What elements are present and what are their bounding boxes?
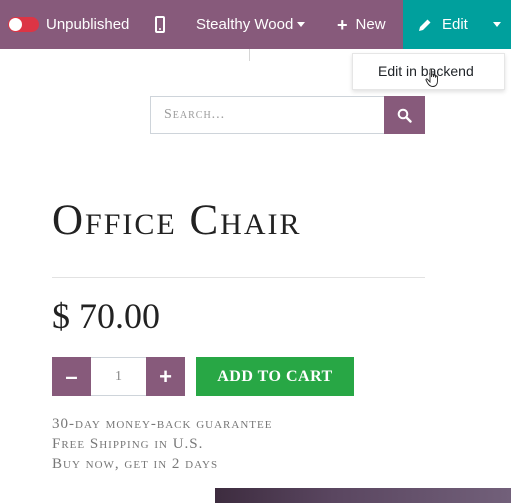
minus-icon: – <box>65 363 78 389</box>
delivery-text: Buy now, get in 2 days <box>52 456 219 472</box>
theme-selector[interactable]: Stealthy Wood <box>196 0 306 49</box>
guarantee-text: 30-day money-back guarantee <box>52 416 273 432</box>
chevron-down-icon <box>297 22 306 27</box>
product-image <box>215 488 511 503</box>
edit-dropdown-toggle[interactable] <box>483 0 511 49</box>
add-to-cart-button[interactable]: ADD TO CART <box>196 357 354 396</box>
pencil-icon <box>419 19 431 31</box>
quantity-decrease-button[interactable]: – <box>52 357 91 396</box>
plus-icon: + <box>159 363 172 389</box>
search-input[interactable]: Search... <box>150 96 384 134</box>
website-editor-topbar: Unpublished Stealthy Wood + New Edit <box>0 0 511 49</box>
edit-button-label: Edit <box>442 16 468 33</box>
shipping-text: Free Shipping in U.S. <box>52 436 204 452</box>
publish-status-label[interactable]: Unpublished <box>46 0 129 49</box>
chevron-down-icon <box>493 22 501 27</box>
theme-selector-label: Stealthy Wood <box>196 16 294 33</box>
edit-button[interactable]: Edit <box>403 0 483 49</box>
product-price: $ 70.00 <box>52 296 160 336</box>
divider <box>249 49 250 61</box>
phone-icon[interactable] <box>155 16 165 33</box>
edit-button-group: Edit <box>403 0 511 49</box>
new-button[interactable]: + New <box>337 0 386 49</box>
search-icon <box>397 108 412 123</box>
quantity-input[interactable]: 1 <box>91 357 146 396</box>
publish-toggle[interactable] <box>8 17 39 32</box>
toggle-knob <box>9 18 22 31</box>
product-title: Office Chair <box>52 197 302 244</box>
search-button[interactable] <box>384 96 425 134</box>
quantity-increase-button[interactable]: + <box>146 357 185 396</box>
title-divider <box>52 277 425 278</box>
plus-icon: + <box>337 14 348 35</box>
hand-cursor-icon <box>425 68 438 87</box>
new-button-label: New <box>355 16 386 33</box>
